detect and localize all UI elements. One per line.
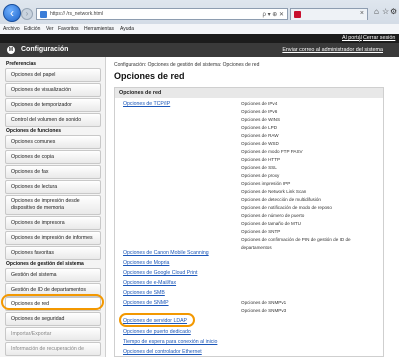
sidebar-section-management: Opciones de gestión del sistema <box>6 261 84 267</box>
settings-logo-icon: M <box>7 46 15 54</box>
sidebar-item-printer[interactable]: Opciones de impresora <box>5 216 101 230</box>
back-arrow-icon[interactable]: ‹ <box>3 4 21 22</box>
smb-link[interactable]: Opciones de SMB <box>123 290 165 296</box>
tcpip-sub-lpd: Opciones de LPD <box>241 125 278 130</box>
sidebar-item-copy[interactable]: Opciones de copia <box>5 150 101 164</box>
sidebar-item-favorites[interactable]: Opciones favoritas <box>5 246 101 260</box>
snmp-sub-v1: Opciones de SNMPv1 <box>241 300 287 305</box>
tcpip-sub-pin-dept-cont: departamentos <box>241 245 272 250</box>
sidebar-item-scan[interactable]: Opciones de lectura <box>5 180 101 194</box>
page-header-title: Configuración <box>21 46 69 53</box>
canon-mobile-scanning-link[interactable]: Opciones de Canon Mobile Scanning <box>123 250 209 256</box>
ethernet-driver-link[interactable]: Opciones del controlador Ethernet <box>123 349 202 355</box>
sidebar-item-paper[interactable]: Opciones del papel <box>5 68 101 82</box>
address-controls[interactable]: ρ ▾ ⊕ ✕ <box>263 11 284 18</box>
tcpip-sub-http: Opciones de HTTP <box>241 157 281 162</box>
favorites-star-icon[interactable]: ☆ <box>382 7 389 16</box>
google-cloud-print-link[interactable]: Opciones de Google Cloud Print <box>123 270 197 276</box>
browser-tab[interactable]: × <box>290 8 368 20</box>
tcpip-sub-proxy: Opciones de proxy <box>241 173 280 178</box>
snmp-sub-v3: Opciones de SNMPv3 <box>241 308 287 313</box>
sidebar-item-common[interactable]: Opciones comunes <box>5 135 101 149</box>
tcpip-sub-ipv6: Opciones de IPv6 <box>241 109 278 114</box>
sidebar-item-timer[interactable]: Opciones de temporizador <box>5 98 101 112</box>
sidebar-section-functions: Opciones de funciones <box>6 128 62 134</box>
startup-wait-link[interactable]: Tiempo de espera para conexión al inicio <box>123 339 217 345</box>
tab-close-icon[interactable]: × <box>360 10 364 17</box>
email-fax-link[interactable]: Opciones de e-Mail/fax <box>123 280 176 286</box>
admin-mail-link[interactable]: Enviar correo al administrador del siste… <box>282 47 383 53</box>
sidebar-section-preferences: Preferencias <box>6 61 37 67</box>
menu-favoritos[interactable]: Favoritos <box>58 26 79 32</box>
logout-link[interactable]: Cerrar sesión <box>363 35 395 41</box>
sidebar-item-memory-print[interactable]: Opciones de impresión desde dispositivo … <box>5 195 101 215</box>
tcpip-sub-sntp: Opciones de SNTP <box>241 229 281 234</box>
dedicated-port-link[interactable]: Opciones de puerto dedicado <box>123 329 191 335</box>
tcpip-sub-multicast: Opciones de detección de multidifusión <box>241 197 321 202</box>
sidebar: Preferencias Opciones del papel Opciones… <box>0 57 106 357</box>
sidebar-item-volume[interactable]: Control del volumen de sonido <box>5 113 101 127</box>
divider <box>359 35 360 42</box>
tcpip-sub-ftp-pasv: Opciones de modo FTP PASV <box>241 149 303 154</box>
tcpip-sub-pin-dept: Opciones de confirmación de PIN de gesti… <box>241 237 351 242</box>
menu-bar: Archivo Edición Ver Favoritos Herramient… <box>0 24 399 34</box>
mopria-link[interactable]: Opciones de Mopria <box>123 260 169 266</box>
browser-chrome: ‹ › https:// /rs_network.html ρ ▾ ⊕ ✕ × … <box>0 0 399 34</box>
tcpip-sub-ipp: Opciones impresión IPP <box>241 181 291 186</box>
address-bar[interactable]: https:// /rs_network.html ρ ▾ ⊕ ✕ <box>36 8 288 20</box>
sidebar-item-fax[interactable]: Opciones de fax <box>5 165 101 179</box>
page-title: Opciones de red <box>114 71 185 81</box>
menu-ver[interactable]: Ver <box>46 26 54 32</box>
tcpip-sub-ipv4: Opciones de IPv4 <box>241 101 278 106</box>
breadcrumb: Configuración: Opciones de gestión del s… <box>114 62 260 68</box>
sidebar-item-import-export[interactable]: Importar/Exportar <box>5 327 101 341</box>
tcpip-sub-ssl: Opciones de SSL <box>241 165 277 170</box>
tab-favicon-icon <box>294 11 301 18</box>
sidebar-item-security[interactable]: Opciones de seguridad <box>5 312 101 326</box>
page-header: M Configuración Enviar correo al adminis… <box>0 43 399 57</box>
menu-ayuda[interactable]: Ayuda <box>120 26 134 32</box>
tcpip-sub-raw: Opciones de RAW <box>241 133 279 138</box>
ldap-highlight <box>119 313 195 327</box>
address-url: https:// /rs_network.html <box>50 11 104 17</box>
home-icon[interactable]: ⌂ <box>374 7 379 16</box>
gear-icon[interactable]: ⚙ <box>390 7 397 16</box>
snmp-link[interactable]: Opciones de SNMP <box>123 300 169 306</box>
menu-herramientas[interactable]: Herramientas <box>84 26 114 32</box>
site-favicon-icon <box>40 11 47 18</box>
sidebar-item-report-print[interactable]: Opciones de impresión de informes <box>5 231 101 245</box>
tcpip-sub-sleep-notify: Opciones de notificación de modo de repo… <box>241 205 332 210</box>
menu-archivo[interactable]: Archivo <box>3 26 20 32</box>
tcpip-sub-port-number: Opciones de número de puerto <box>241 213 305 218</box>
tcpip-sub-network-link-scan: Opciones de Network Link Scan <box>241 189 307 194</box>
sidebar-item-system-mgmt[interactable]: Gestión del sistema <box>5 268 101 282</box>
menu-edicion[interactable]: Edición <box>24 26 40 32</box>
tcpip-sub-wsd: Opciones de WSD <box>241 141 279 146</box>
sidebar-item-display[interactable]: Opciones de visualización <box>5 83 101 97</box>
sidebar-item-recovery[interactable]: Información de recuperación de <box>5 342 101 356</box>
tcpip-options-link[interactable]: Opciones de TCP/IP <box>123 101 170 107</box>
panel-title: Opciones de red <box>115 88 383 98</box>
tcpip-sub-mtu: Opciones de tamaño de MTU <box>241 221 302 226</box>
top-bar: Al portal Cerrar sesión <box>0 34 399 43</box>
forward-arrow-icon[interactable]: › <box>21 8 33 20</box>
network-item-highlight <box>1 294 104 310</box>
tcpip-sub-wins: Opciones de WINS <box>241 117 281 122</box>
